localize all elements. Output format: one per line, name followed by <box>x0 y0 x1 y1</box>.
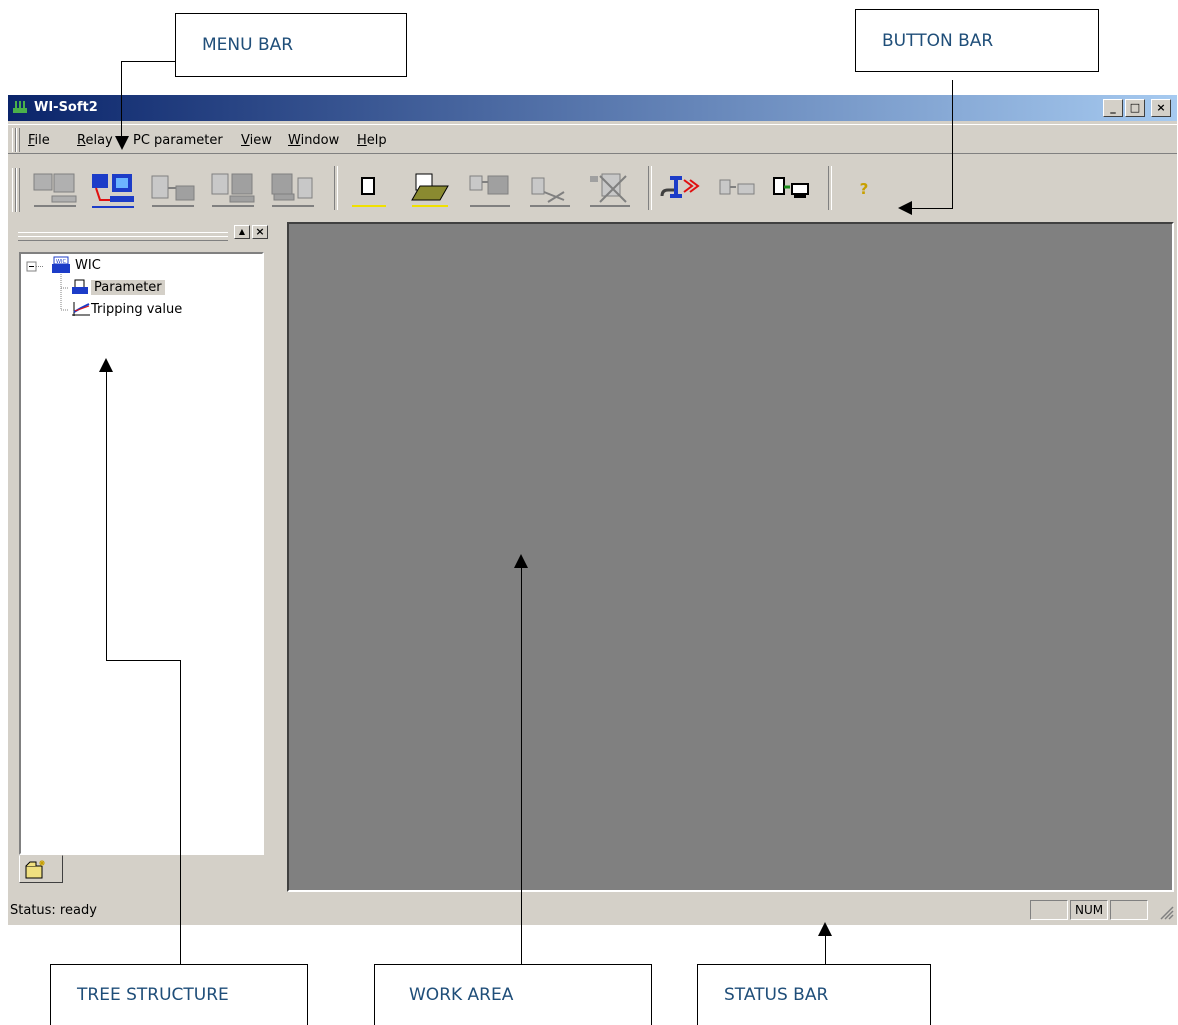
tree-structure-callout: TREE STRUCTURE <box>50 964 308 1025</box>
tree-connector-h <box>106 660 180 661</box>
send-to-relay-icon[interactable] <box>150 170 196 210</box>
tree-connector-v1 <box>106 372 107 660</box>
tools-icon[interactable] <box>658 170 704 210</box>
cut-icon[interactable] <box>526 170 572 210</box>
toolbar-separator <box>648 166 652 210</box>
button-bar-connector-v <box>952 80 953 208</box>
app-icon <box>13 101 27 113</box>
compare-relay-icon[interactable] <box>210 170 256 210</box>
work-area-connector <box>521 568 522 964</box>
status-bar: Status: ready NUM <box>8 896 1177 922</box>
tree-pane-grip-2 <box>18 236 228 241</box>
svg-text:WIC: WIC <box>56 259 66 265</box>
button-bar-callout: BUTTON BAR <box>855 9 1099 72</box>
menu-file[interactable]: File <box>28 133 50 148</box>
tree-node-tripping-value[interactable]: Tripping value <box>91 302 182 317</box>
folder-sparkle-icon <box>25 860 45 879</box>
tripping-value-icon <box>72 302 90 316</box>
work-area-callout: WORK AREA <box>374 964 652 1025</box>
status-panel-caps <box>1030 900 1068 920</box>
toolbar-grip-2 <box>16 168 20 212</box>
menu-bar-callout: MENU BAR <box>175 13 407 77</box>
tree-node-wic[interactable]: WIC <box>75 258 101 273</box>
toolbar-separator <box>828 166 832 210</box>
menu-bar-arrow <box>115 136 129 150</box>
tree-pane-restore-button[interactable]: ▲ <box>234 225 250 239</box>
work-area[interactable] <box>287 222 1174 892</box>
status-text: Status: ready <box>10 903 97 918</box>
print-preview-icon[interactable] <box>714 170 760 210</box>
connect-relay-icon[interactable] <box>90 170 136 210</box>
window-title: WI-Soft2 <box>34 100 98 115</box>
menu-bar-connector-h <box>121 61 175 62</box>
tree-structure-arrow <box>99 358 113 372</box>
tree-structure: WIC WIC Parameter Tripping value <box>19 252 264 855</box>
menu-bar-connector-v <box>121 61 122 139</box>
status-bar-callout: STATUS BAR <box>697 964 931 1025</box>
print-icon[interactable] <box>768 170 814 210</box>
status-panel-num: NUM <box>1070 900 1108 920</box>
open-file-icon[interactable] <box>406 170 452 210</box>
menu-relay[interactable]: Relay <box>77 133 113 148</box>
toolbar-separator <box>334 166 338 210</box>
tree-connector-v2 <box>180 660 181 964</box>
button-bar-connector-h <box>910 208 953 209</box>
relay-data-icon[interactable] <box>270 170 316 210</box>
save-file-icon[interactable] <box>466 170 512 210</box>
tree-pane: ▲ × WIC WIC Parameter Tripping value <box>10 222 278 922</box>
help-icon[interactable]: ? <box>854 180 874 200</box>
resize-grip-icon[interactable] <box>1158 904 1174 920</box>
status-bar-connector <box>825 936 826 964</box>
parameter-icon <box>72 279 88 294</box>
wic-relay-icon: WIC <box>52 256 70 273</box>
menu-pc-parameter[interactable]: PC parameter <box>133 133 223 148</box>
maximize-button[interactable]: □ <box>1125 99 1145 117</box>
menu-help[interactable]: Help <box>357 133 387 148</box>
tree-tab[interactable] <box>19 855 63 883</box>
minimize-button[interactable]: _ <box>1103 99 1123 117</box>
menu-view[interactable]: View <box>241 133 272 148</box>
menu-window[interactable]: Window <box>288 133 339 148</box>
title-bar: WI-Soft2 _ □ × <box>8 95 1177 121</box>
new-file-icon[interactable] <box>346 170 392 210</box>
close-button[interactable]: × <box>1151 99 1171 117</box>
work-area-arrow <box>514 554 528 568</box>
button-bar: ? <box>8 156 903 219</box>
tree-node-parameter[interactable]: Parameter <box>91 280 165 295</box>
menu-grip-2 <box>16 128 20 152</box>
delete-icon[interactable] <box>586 170 632 210</box>
read-from-relay-icon[interactable] <box>32 170 78 210</box>
status-bar-arrow <box>818 922 832 936</box>
menu-bar: File Relay PC parameter View Window Help <box>8 124 1177 154</box>
status-panel-scroll <box>1110 900 1148 920</box>
button-bar-arrow <box>898 201 912 215</box>
application-window: WI-Soft2 _ □ × File Relay PC parameter V… <box>8 95 1177 925</box>
tree-pane-close-button[interactable]: × <box>252 225 268 239</box>
